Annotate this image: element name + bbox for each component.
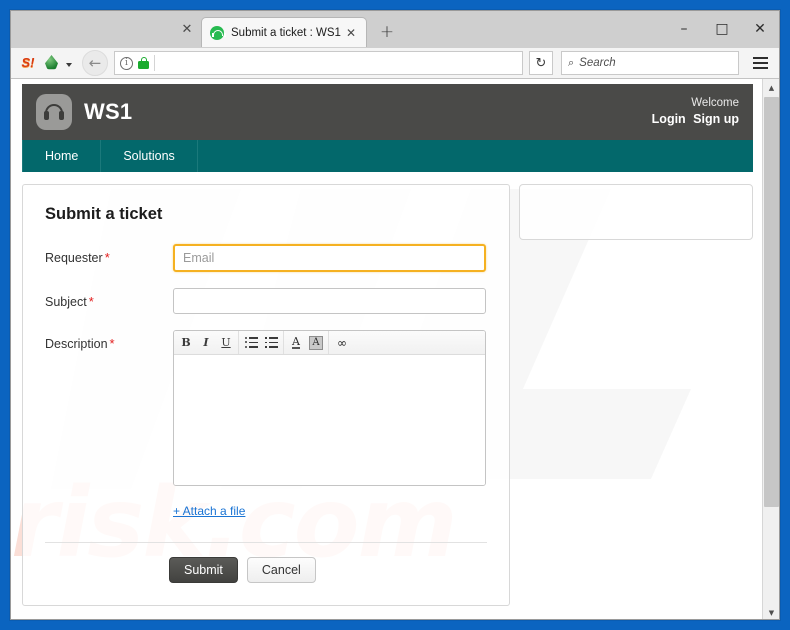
headset-circle-icon	[210, 25, 226, 40]
font-color-icon[interactable]: A	[286, 333, 306, 353]
highlight-color-icon[interactable]: A	[306, 333, 326, 353]
submit-button[interactable]: Submit	[169, 557, 238, 583]
description-editor: B I U A A ∞	[173, 330, 486, 486]
chevron-down-icon[interactable]	[66, 62, 72, 67]
hamburger-menu-icon[interactable]	[747, 50, 773, 76]
browser-toolbar: S! ← i ↻ ⌕ Search	[11, 47, 779, 79]
editor-toolbar-group-style: B I U	[174, 331, 239, 354]
window-controls: – □ ✕	[665, 11, 779, 47]
search-box[interactable]: ⌕ Search	[561, 51, 739, 75]
required-star: *	[104, 250, 110, 265]
nav-item-solutions[interactable]: Solutions	[101, 140, 198, 172]
subject-input[interactable]	[173, 288, 486, 314]
insert-link-glyph: ∞	[337, 335, 347, 350]
attach-row: + Attach a file	[173, 502, 487, 520]
form-row-subject: Subject *	[45, 288, 487, 314]
search-placeholder: Search	[579, 57, 616, 69]
padlock-icon[interactable]	[138, 57, 149, 69]
signup-link[interactable]: Sign up	[693, 112, 739, 126]
insert-link-icon[interactable]: ∞	[331, 333, 351, 353]
address-bar[interactable]: i	[114, 51, 523, 75]
required-star: *	[88, 294, 94, 309]
requester-label-text: Requester	[45, 251, 103, 265]
browser-tab-strip: ✕ Submit a ticket : WS1 ✕ + – □ ✕	[11, 11, 779, 47]
editor-toolbar-group-lists	[239, 331, 284, 354]
description-label-text: Description	[45, 337, 108, 351]
bold-icon[interactable]: B	[176, 333, 196, 353]
editor-toolbar-group-color: A A	[284, 331, 329, 354]
page-canvas: risk.com WS1 Welcome Login Sign up Home	[11, 79, 764, 619]
site-header: WS1 Welcome Login Sign up	[22, 84, 753, 140]
form-row-description: Description * B I U A A ∞	[45, 330, 487, 486]
scrollbar-thumb[interactable]	[764, 97, 779, 507]
reload-icon[interactable]: ↻	[529, 51, 553, 75]
welcome-text: Welcome	[691, 96, 739, 109]
address-bar-divider	[154, 55, 155, 71]
form-divider	[45, 542, 488, 543]
description-label: Description *	[45, 330, 173, 351]
description-textarea[interactable]	[174, 355, 485, 485]
scroll-down-arrow-icon[interactable]: ▼	[763, 604, 779, 619]
required-star: *	[109, 336, 115, 351]
page-scrollbar[interactable]: ▲ ▼	[762, 79, 779, 619]
new-tab-button[interactable]: +	[375, 20, 399, 44]
searchencrypt-extension-icon[interactable]: S!	[17, 52, 39, 74]
underline-icon[interactable]: U	[216, 333, 236, 353]
requester-label: Requester *	[45, 244, 173, 265]
form-actions: Submit Cancel	[169, 557, 487, 583]
page-title: Submit a ticket	[45, 205, 163, 223]
unordered-list-icon[interactable]	[241, 333, 261, 353]
submit-ticket-card: Submit a ticket Requester* Subject*	[22, 184, 511, 606]
page-info-icon[interactable]: i	[120, 56, 133, 70]
italic-icon[interactable]: I	[196, 333, 216, 353]
requester-input[interactable]	[173, 244, 486, 272]
background-tab-close-icon[interactable]: ✕	[177, 19, 197, 39]
subject-label-text: Subject	[45, 295, 87, 309]
cancel-button[interactable]: Cancel	[246, 557, 316, 583]
maximize-button[interactable]: □	[703, 14, 741, 44]
subject-label: Subject *	[45, 288, 173, 309]
browser-window: ✕ Submit a ticket : WS1 ✕ + – □ ✕ S! ← i…	[10, 10, 780, 620]
browser-tab-active[interactable]: Submit a ticket : WS1 ✕	[201, 17, 367, 47]
search-icon: ⌕	[568, 56, 575, 69]
site-nav: Home Solutions	[22, 140, 753, 172]
attach-file-link[interactable]: + Attach a file	[173, 504, 245, 518]
site-title: WS1	[84, 99, 133, 124]
headset-logo-icon	[36, 94, 72, 130]
minimize-button[interactable]: –	[665, 14, 703, 44]
editor-toolbar-group-insert: ∞	[329, 331, 353, 354]
close-icon[interactable]: ✕	[342, 24, 360, 42]
page-viewport: risk.com WS1 Welcome Login Sign up Home	[11, 79, 779, 619]
account-area: Welcome Login Sign up	[648, 96, 739, 128]
content-row: Submit a ticket Requester* Subject*	[22, 184, 753, 606]
browser-tab-title: Submit a ticket : WS1	[231, 26, 341, 39]
back-button[interactable]: ←	[82, 50, 108, 76]
form-row-requester: Requester *	[45, 244, 487, 272]
editor-toolbar: B I U A A ∞	[174, 331, 485, 355]
side-panel	[519, 184, 753, 240]
highlight-color-glyph: A	[308, 335, 324, 350]
scroll-up-arrow-icon[interactable]: ▲	[763, 79, 779, 96]
close-window-button[interactable]: ✕	[741, 14, 779, 44]
login-link[interactable]: Login	[652, 112, 686, 126]
nav-item-home[interactable]: Home	[22, 140, 102, 172]
ordered-list-icon[interactable]	[261, 333, 281, 353]
green-drop-icon[interactable]	[41, 52, 63, 74]
account-links: Login Sign up	[648, 111, 739, 128]
font-color-glyph: A	[292, 335, 300, 349]
